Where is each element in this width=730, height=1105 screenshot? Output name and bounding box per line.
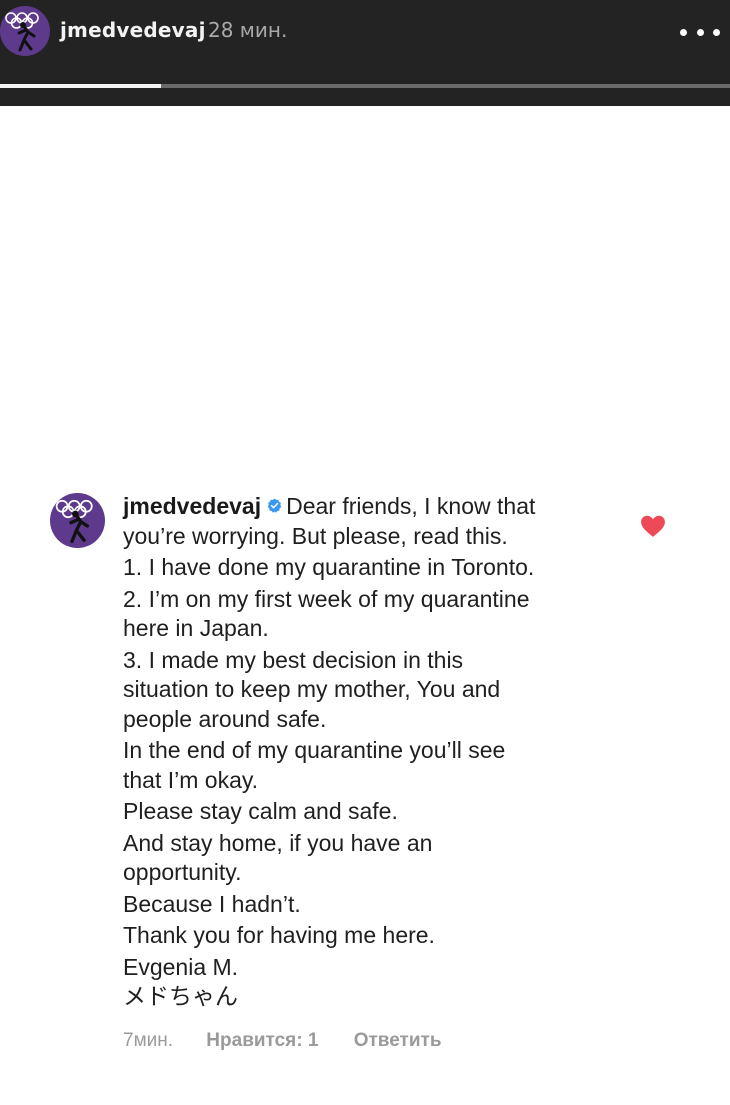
comment-line: 3. I made my best decision in this xyxy=(123,646,464,673)
story-username[interactable]: jmedvedevaj xyxy=(60,18,206,42)
comment-line: 1. I have done my quarantine in Toronto. xyxy=(123,554,535,580)
story-timestamp: 28 мин. xyxy=(208,18,288,42)
comment-line: 2. I’m on my first week of my quarantine xyxy=(123,585,530,612)
reply-button[interactable]: Ответить xyxy=(354,1030,442,1052)
comment-line: メドちゃん xyxy=(123,983,238,1009)
ellipsis-horizontal-icon[interactable] xyxy=(680,26,720,38)
story-progress-fill xyxy=(0,84,161,88)
comment-username[interactable]: jmedvedevaj xyxy=(123,493,261,519)
comment-line: here in Japan. xyxy=(123,615,269,641)
comment-line: situation to keep my mother, You and xyxy=(123,676,501,702)
comment-line: And stay home, if you have an xyxy=(123,829,433,856)
comment-text: jmedvedevaj Dear friends, I know that yo… xyxy=(123,492,623,1012)
avatar-figure-icon xyxy=(55,499,93,544)
comment-line: Please stay calm and safe. xyxy=(123,798,398,824)
comment-line: In the end of my quarantine you’ll see xyxy=(123,737,506,763)
story-progress-bar xyxy=(0,84,730,88)
comment-time: 7мин. xyxy=(123,1030,174,1051)
comment-line: opportunity. xyxy=(123,859,242,885)
comment-line: you’re worrying. But please, read this. xyxy=(123,522,508,549)
comment-likes-button[interactable]: Нравится: 1 xyxy=(206,1030,318,1052)
verified-badge-icon xyxy=(267,498,282,513)
heart-icon[interactable] xyxy=(640,514,666,538)
comment-first-line: jmedvedevaj Dear friends, I know that xyxy=(123,492,623,522)
comment-line: Because I hadn’t. xyxy=(123,890,301,917)
comment-meta: 7мин. Нравится: 1 Ответить xyxy=(123,1030,442,1052)
comment-line: that I’m okay. xyxy=(123,766,259,793)
story-header: jmedvedevaj 28 мин. xyxy=(0,0,730,106)
comment-avatar[interactable] xyxy=(50,493,105,548)
story-avatar[interactable] xyxy=(0,6,50,56)
avatar-figure-icon xyxy=(5,12,39,52)
comment-line: people around safe. xyxy=(123,705,327,732)
comment-line: Evgenia M. xyxy=(123,953,239,980)
comment-line: Thank you for having me here. xyxy=(123,922,435,948)
comment-line: Dear friends, I know that xyxy=(286,493,536,519)
